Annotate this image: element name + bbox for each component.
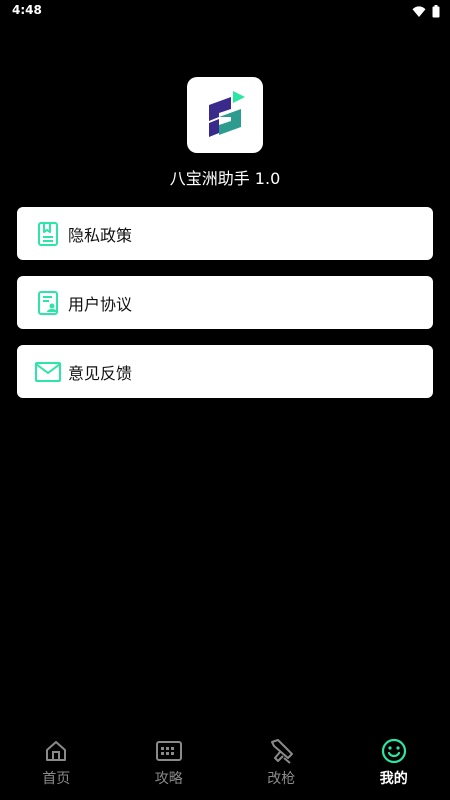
tab-home-label: 首页 — [42, 771, 71, 787]
feedback-item[interactable]: 意见反馈 — [17, 345, 433, 398]
home-icon — [43, 738, 69, 764]
app-logo-icon — [209, 91, 245, 137]
status-bar: 4:48 — [0, 0, 450, 22]
feedback-mail-icon — [35, 359, 61, 385]
tab-guides[interactable]: 攻略 — [113, 732, 226, 800]
privacy-policy-label: 隐私政策 — [68, 225, 133, 245]
settings-menu: 隐私政策 用户协议 意见反馈 — [17, 207, 433, 414]
battery-icon — [432, 3, 440, 22]
tab-mine[interactable]: 我的 — [338, 732, 450, 800]
status-icons — [412, 3, 440, 22]
tab-mine-label: 我的 — [379, 771, 408, 787]
privacy-policy-item[interactable]: 隐私政策 — [17, 207, 433, 260]
app-name: 八宝洲助手 1.0 — [169, 169, 281, 188]
user-agreement-icon — [35, 290, 61, 316]
gun-icon — [268, 738, 294, 764]
bottom-tab-bar: 首页 攻略 改枪 我的 — [0, 732, 450, 800]
wifi-icon — [412, 3, 426, 22]
privacy-policy-icon — [35, 221, 61, 247]
feedback-label: 意见反馈 — [68, 363, 133, 383]
tab-gun-mod[interactable]: 改枪 — [225, 732, 338, 800]
tab-gun-mod-label: 改枪 — [267, 771, 296, 787]
user-agreement-label: 用户协议 — [68, 294, 133, 314]
keyboard-icon — [155, 738, 182, 764]
status-time: 4:48 — [12, 3, 42, 17]
tab-home[interactable]: 首页 — [0, 732, 113, 800]
tab-guides-label: 攻略 — [154, 771, 183, 787]
smiley-icon — [381, 738, 407, 764]
app-logo — [187, 77, 263, 153]
user-agreement-item[interactable]: 用户协议 — [17, 276, 433, 329]
